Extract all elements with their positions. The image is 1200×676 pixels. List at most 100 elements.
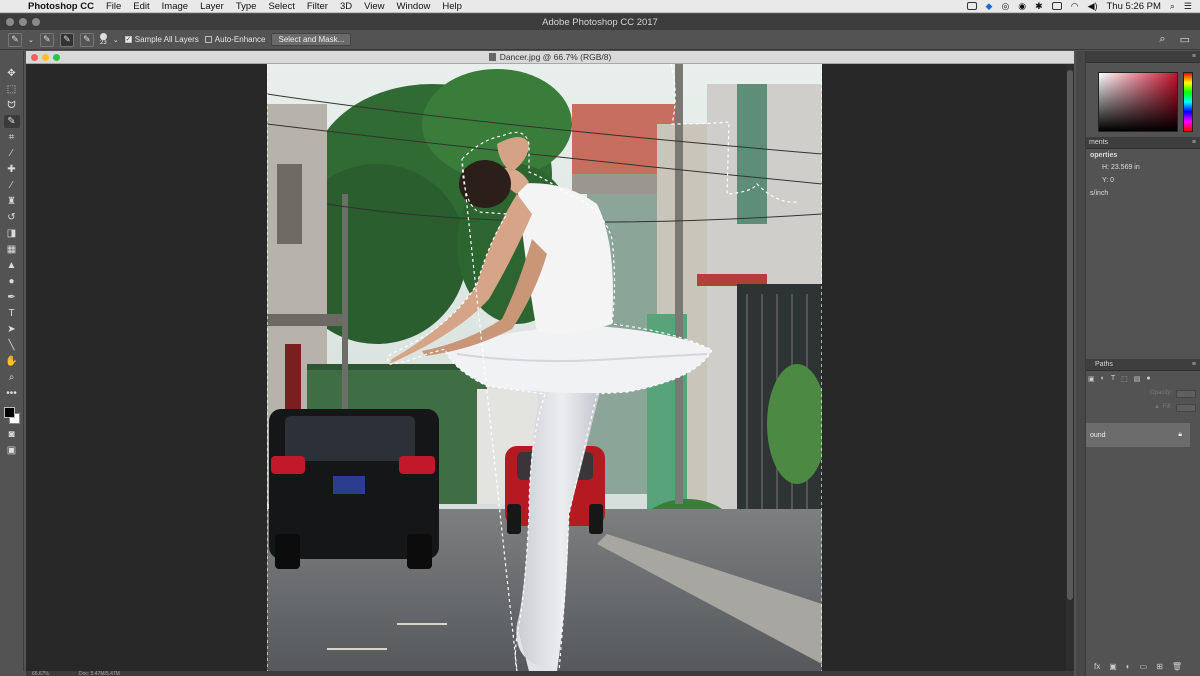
close-button[interactable] <box>6 18 14 26</box>
lock-icon[interactable]: 🔒︎ <box>1155 404 1158 412</box>
opacity-input[interactable] <box>1176 390 1196 398</box>
quick-selection-tool-icon[interactable]: ✎ <box>3 115 20 128</box>
layer-row-background[interactable]: ound 🔒︎ <box>1086 423 1190 447</box>
dancer-photo[interactable] <box>267 64 822 671</box>
layer-lock-icon[interactable]: 🔒︎ <box>1178 431 1182 439</box>
panel-dock-strip[interactable] <box>1076 51 1086 676</box>
clock[interactable]: Thu 5:26 PM <box>1106 1 1160 12</box>
chevron-down-icon[interactable]: ⌄ <box>28 36 34 44</box>
adjustments-tab[interactable]: ments <box>1089 139 1108 146</box>
line-tool-icon[interactable]: ╲ <box>4 339 20 352</box>
minimize-button[interactable] <box>19 18 27 26</box>
filter-toggle-icon[interactable]: ● <box>1146 375 1150 383</box>
chevron-down-icon[interactable]: ⌄ <box>113 36 119 44</box>
hand-tool-icon[interactable]: ✋ <box>4 355 20 368</box>
layers-panel-header[interactable]: Paths ≡ <box>1086 359 1200 371</box>
paths-tab[interactable]: Paths <box>1089 361 1113 368</box>
panel-menu-icon[interactable]: ≡ <box>1192 139 1196 146</box>
doc-size[interactable]: Doc: 5.47M/5.47M <box>79 671 120 676</box>
smart-object-filter-icon[interactable]: ▤ <box>1134 375 1141 383</box>
doc-close-button[interactable] <box>31 54 38 61</box>
zoom-button[interactable] <box>32 18 40 26</box>
image-filter-icon[interactable]: ▣ <box>1088 375 1095 383</box>
dodge-tool-icon[interactable]: ● <box>4 275 20 288</box>
workspace-icon[interactable]: ▭ <box>1180 33 1190 46</box>
lasso-tool-icon[interactable]: ᗢ <box>4 99 20 112</box>
adjustment-filter-icon[interactable]: ◐ <box>1101 375 1105 383</box>
canvas-area[interactable] <box>26 64 1066 671</box>
bluetooth-icon[interactable]: ✱ <box>1035 1 1043 12</box>
search-icon[interactable]: ⌕ <box>1170 1 1175 12</box>
quick-mask-icon[interactable]: ◙ <box>4 428 20 441</box>
fill-input[interactable] <box>1176 404 1196 412</box>
menu-select[interactable]: Select <box>262 1 300 12</box>
link-layers-icon[interactable]: fx <box>1094 662 1100 671</box>
new-adjustment-icon[interactable]: ◐ <box>1126 662 1131 671</box>
brush-tool-icon[interactable]: ⁄ <box>4 179 20 192</box>
eraser-tool-icon[interactable]: ◨ <box>4 227 20 240</box>
doc-zoom-button[interactable] <box>53 54 60 61</box>
more-tools-icon[interactable]: ••• <box>4 387 20 400</box>
foreground-color-swatch[interactable] <box>3 407 15 418</box>
color-swatches[interactable] <box>3 405 21 425</box>
scrollbar-thumb[interactable] <box>1067 70 1073 600</box>
pen-tool-icon[interactable]: ✒ <box>4 291 20 304</box>
color-panel-header[interactable]: ≡ <box>1086 51 1200 63</box>
menu-image[interactable]: Image <box>156 1 194 12</box>
sample-all-layers-checkbox[interactable]: ✓ Sample All Layers <box>124 35 199 44</box>
history-brush-tool-icon[interactable]: ↺ <box>4 211 20 224</box>
menu-window[interactable]: Window <box>391 1 437 12</box>
add-mask-icon[interactable]: ▣ <box>1109 662 1117 671</box>
subtract-selection-brush-icon[interactable]: ✎ <box>79 32 94 47</box>
type-filter-icon[interactable]: T <box>1111 375 1115 383</box>
menu-help[interactable]: Help <box>436 1 468 12</box>
zoom-level[interactable]: 66.67% <box>32 671 49 676</box>
menu-view[interactable]: View <box>358 1 390 12</box>
menu-type[interactable]: Type <box>230 1 263 12</box>
wifi-icon[interactable]: ◠ <box>1071 1 1079 12</box>
marquee-tool-icon[interactable]: ⬚ <box>4 83 20 96</box>
height-value[interactable]: H: 23.569 in <box>1086 161 1200 174</box>
vertical-scrollbar[interactable] <box>1066 64 1074 671</box>
menu-layer[interactable]: Layer <box>194 1 230 12</box>
panel-menu-icon[interactable]: ≡ <box>1192 53 1196 60</box>
new-group-icon[interactable]: ▭ <box>1140 662 1148 671</box>
zoom-tool-icon[interactable]: ⌕ <box>4 371 20 384</box>
crop-tool-icon[interactable]: ⌗ <box>4 131 20 144</box>
add-to-selection-brush-icon[interactable]: ✎ <box>59 32 74 47</box>
dropbox-icon[interactable]: ◆ <box>986 1 993 12</box>
brush-size-picker[interactable]: 23 <box>99 32 107 47</box>
display-icon[interactable] <box>1051 2 1062 10</box>
hue-slider[interactable] <box>1183 72 1193 132</box>
search-icon[interactable]: ⌕ <box>1159 33 1165 46</box>
adjustments-panel-header[interactable]: ments ≡ <box>1086 137 1200 149</box>
screen-mode-icon[interactable]: ▣ <box>4 444 20 457</box>
resolution-unit[interactable]: s/inch <box>1086 187 1200 200</box>
creative-cloud-icon[interactable]: ◎ <box>1001 1 1009 12</box>
menu-file[interactable]: File <box>100 1 127 12</box>
volume-icon[interactable]: ◀) <box>1088 1 1098 12</box>
delete-layer-icon[interactable]: 🗑︎ <box>1172 662 1182 671</box>
screen-record-icon[interactable] <box>966 2 977 10</box>
doc-minimize-button[interactable] <box>42 54 49 61</box>
properties-heading[interactable]: operties <box>1086 149 1200 161</box>
healing-brush-tool-icon[interactable]: ✚ <box>4 163 20 176</box>
blur-tool-icon[interactable]: ▲ <box>4 259 20 272</box>
path-selection-tool-icon[interactable]: ➤ <box>4 323 20 336</box>
eyedropper-tool-icon[interactable]: ⁄ <box>4 147 20 160</box>
select-and-mask-button[interactable]: Select and Mask... <box>271 33 352 46</box>
document-tab[interactable]: Dancer.jpg @ 66.7% (RGB/8) <box>26 51 1074 64</box>
sync-icon[interactable]: ◉ <box>1018 1 1026 12</box>
tool-preset-icon[interactable]: ✎ <box>8 32 22 47</box>
gradient-tool-icon[interactable]: ▦ <box>4 243 20 256</box>
menu-filter[interactable]: Filter <box>301 1 334 12</box>
menu-3d[interactable]: 3D <box>334 1 358 12</box>
shape-filter-icon[interactable]: ⬚ <box>1121 375 1128 383</box>
auto-enhance-checkbox[interactable]: Auto-Enhance <box>204 35 265 44</box>
new-layer-icon[interactable]: ⊞ <box>1156 662 1163 671</box>
menu-app[interactable]: Photoshop CC <box>26 1 100 12</box>
menu-edit[interactable]: Edit <box>127 1 155 12</box>
color-picker-field[interactable] <box>1098 72 1178 132</box>
clone-stamp-tool-icon[interactable]: ♜ <box>4 195 20 208</box>
notification-icon[interactable]: ☰ <box>1184 1 1192 12</box>
